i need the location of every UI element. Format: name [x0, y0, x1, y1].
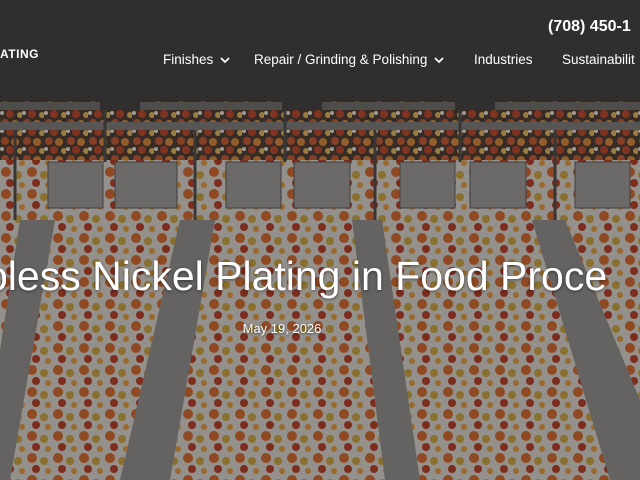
nav-item-repair[interactable]: Repair / Grinding & Polishing: [254, 52, 445, 67]
chevron-down-icon: [434, 56, 444, 63]
main-nav: Finishes Repair / Grinding & Polishing I…: [0, 52, 640, 72]
nav-item-industries[interactable]: Industries: [474, 52, 533, 67]
post-date: May 19, 2026: [242, 321, 322, 336]
nav-item-label: Repair / Grinding & Polishing: [254, 52, 428, 67]
chevron-down-icon: [220, 56, 230, 63]
hero-banner: oless Nickel Plating in Food Proce May 1…: [0, 100, 640, 480]
site-header: ATING (708) 450-1 Finishes Repair / Grin…: [0, 0, 640, 100]
nav-item-label: Sustainabilit: [562, 52, 635, 67]
nav-item-sustainability[interactable]: Sustainabilit: [562, 52, 635, 67]
phone-link[interactable]: (708) 450-1: [548, 18, 631, 36]
nav-item-label: Industries: [474, 52, 533, 67]
nav-item-label: Finishes: [163, 52, 214, 67]
nav-item-finishes[interactable]: Finishes: [163, 52, 231, 67]
post-title: oless Nickel Plating in Food Proce: [0, 253, 608, 299]
